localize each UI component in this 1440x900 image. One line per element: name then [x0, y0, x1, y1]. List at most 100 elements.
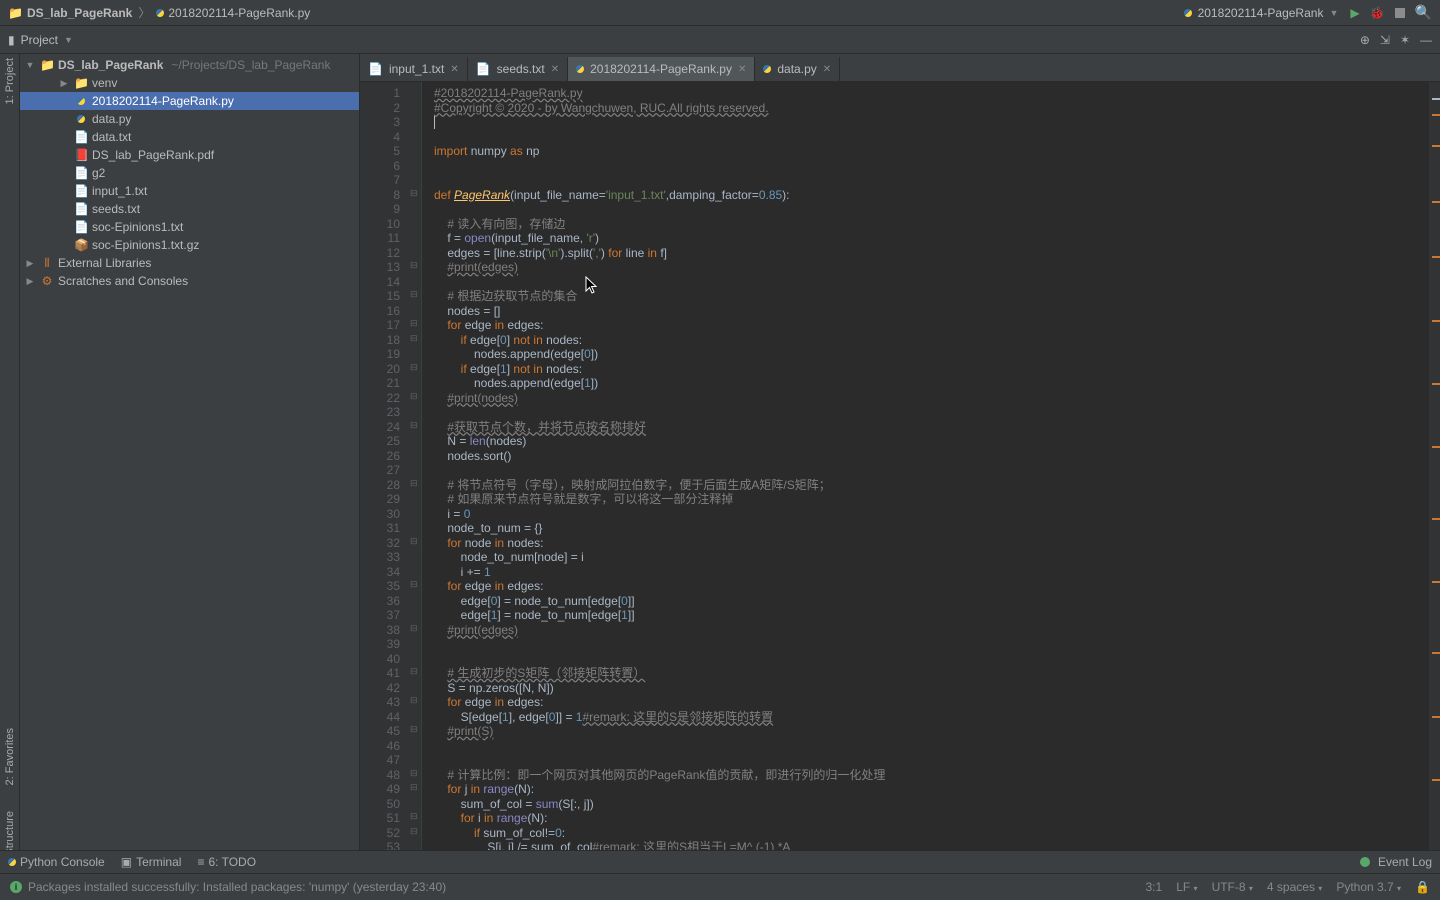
tree-external-libraries[interactable]: ▶ ⫴ External Libraries [20, 254, 359, 272]
fold-marker-icon[interactable]: ⊟ [410, 724, 418, 735]
line-number-gutter[interactable]: 1234567891011121314151617181920212223242… [360, 82, 408, 874]
python-console-icon [8, 858, 16, 866]
expand-icon[interactable]: ▶ [24, 258, 36, 269]
editor-tab[interactable]: data.py✕ [755, 57, 840, 81]
status-message[interactable]: i Packages installed successfully: Insta… [10, 880, 1146, 894]
fold-marker-icon[interactable]: ⊟ [410, 782, 418, 793]
fold-marker-icon[interactable]: ⊟ [410, 623, 418, 634]
scratches-label: Scratches and Consoles [58, 274, 188, 288]
run-configuration-selector[interactable]: 2018202114-PageRank ▼ [1184, 6, 1339, 20]
project-pane-header: ▮ Project ▼ ⊕ ⇲ ✶ — [0, 26, 1440, 54]
expand-icon[interactable]: ▼ [24, 60, 36, 70]
chevron-down-icon: ▾ [1194, 884, 1198, 893]
close-tab-icon[interactable]: ✕ [823, 64, 831, 75]
editor-tab[interactable]: 📄seeds.txt✕ [468, 57, 568, 81]
tree-item[interactable]: ▶📦soc-Epinions1.txt.gz [20, 236, 359, 254]
tree-item-label: 2018202114-PageRank.py [92, 94, 234, 108]
gz-icon: 📦 [74, 238, 88, 252]
project-pane-title[interactable]: ▮ Project ▼ [0, 33, 1352, 47]
tree-item-label: data.py [92, 112, 131, 126]
close-tab-icon[interactable]: ✕ [450, 64, 458, 75]
breadcrumb-root[interactable]: 📁 DS_lab_PageRank [8, 6, 132, 20]
collapse-all-icon[interactable]: ⇲ [1380, 33, 1390, 47]
fold-marker-icon[interactable]: ⊟ [410, 318, 418, 329]
tool-terminal[interactable]: ▣ Terminal [121, 855, 182, 869]
hide-icon[interactable]: — [1420, 33, 1432, 47]
project-tree[interactable]: ▼ 📁 DS_lab_PageRank ~/Projects/DS_lab_Pa… [20, 54, 360, 874]
fold-marker-icon[interactable]: ⊟ [410, 536, 418, 547]
fold-marker-icon[interactable]: ⊟ [410, 289, 418, 300]
tree-item-label: seeds.txt [92, 202, 140, 216]
tool-event-log[interactable]: Event Log [1360, 855, 1432, 869]
tree-item-label: g2 [92, 166, 105, 180]
run-button[interactable]: ▶ [1350, 6, 1359, 20]
fold-gutter[interactable]: ⊟ ⊟ ⊟ ⊟ ⊟ ⊟ ⊟ ⊟ ⊟ ⊟ ⊟ ⊟ ⊟ ⊟ ⊟ ⊟ ⊟ ⊟ ⊟ [408, 82, 422, 874]
tree-item[interactable]: ▶2018202114-PageRank.py [20, 92, 359, 110]
tree-root[interactable]: ▼ 📁 DS_lab_PageRank ~/Projects/DS_lab_Pa… [20, 56, 359, 74]
tree-item[interactable]: ▶📄g2 [20, 164, 359, 182]
txt-file-icon: 📄 [368, 62, 383, 76]
fold-marker-icon[interactable]: ⊟ [410, 666, 418, 677]
tree-root-label: DS_lab_PageRank [58, 58, 163, 72]
tree-item[interactable]: ▶data.py [20, 110, 359, 128]
editor-tab[interactable]: 2018202114-PageRank.py✕ [568, 57, 755, 81]
txt-icon: 📄 [74, 202, 88, 216]
fold-marker-icon[interactable]: ⊟ [410, 333, 418, 344]
editor-tab[interactable]: 📄input_1.txt✕ [360, 57, 468, 81]
code-viewport: 1234567891011121314151617181920212223242… [360, 82, 1440, 874]
settings-icon[interactable]: ✶ [1400, 33, 1410, 47]
tree-item[interactable]: ▶📁venv [20, 74, 359, 92]
locate-icon[interactable]: ⊕ [1360, 33, 1370, 47]
cursor-position[interactable]: 3:1 [1146, 880, 1163, 894]
tree-item[interactable]: ▶📄soc-Epinions1.txt [20, 218, 359, 236]
chevron-down-icon: ▾ [1249, 884, 1253, 893]
expand-icon[interactable]: ▶ [24, 276, 36, 287]
txt-icon: 📄 [74, 220, 88, 234]
tree-item[interactable]: ▶📕DS_lab_PageRank.pdf [20, 146, 359, 164]
indent-settings[interactable]: 4 spaces ▾ [1267, 880, 1322, 894]
tree-scratches[interactable]: ▶ ⚙ Scratches and Consoles [20, 272, 359, 290]
fold-marker-icon[interactable]: ⊟ [410, 826, 418, 837]
editor-area: 📄input_1.txt✕📄seeds.txt✕2018202114-PageR… [360, 54, 1440, 874]
fold-marker-icon[interactable]: ⊟ [410, 478, 418, 489]
py-icon [74, 112, 88, 126]
close-tab-icon[interactable]: ✕ [738, 64, 746, 75]
lock-icon[interactable]: 🔒 [1415, 880, 1430, 894]
tool-favorites[interactable]: 2: Favorites [4, 728, 16, 785]
project-icon: ▮ [8, 33, 15, 47]
fold-marker-icon[interactable]: ⊟ [410, 420, 418, 431]
fold-marker-icon[interactable]: ⊟ [410, 811, 418, 822]
code-editor[interactable]: #2018202114-PageRank.py#Copyright © 2020… [422, 82, 1428, 874]
python-icon [1184, 9, 1192, 17]
fold-marker-icon[interactable]: ⊟ [410, 391, 418, 402]
tree-item[interactable]: ▶📄seeds.txt [20, 200, 359, 218]
folder-icon: 📁 [8, 6, 23, 20]
breadcrumb: 📁 DS_lab_PageRank 〉 2018202114-PageRank.… [8, 4, 1184, 21]
search-everywhere-button[interactable]: 🔍 [1415, 4, 1432, 21]
debug-button[interactable]: 🐞 [1370, 6, 1385, 20]
error-stripe[interactable] [1428, 82, 1440, 874]
tree-item[interactable]: ▶📄data.txt [20, 128, 359, 146]
bottom-tool-stripe: Python Console ▣ Terminal ≡ 6: TODO Even… [0, 850, 1440, 874]
fold-marker-icon[interactable]: ⊟ [410, 579, 418, 590]
tree-item[interactable]: ▶📄input_1.txt [20, 182, 359, 200]
tool-todo[interactable]: ≡ 6: TODO [197, 855, 256, 869]
fold-marker-icon[interactable]: ⊟ [410, 695, 418, 706]
tree-item-label: soc-Epinions1.txt.gz [92, 238, 199, 252]
tool-python-console[interactable]: Python Console [8, 855, 105, 869]
tool-project[interactable]: 1: Project [4, 58, 16, 104]
expand-icon[interactable]: ▶ [58, 78, 70, 89]
python-interpreter[interactable]: Python 3.7 ▾ [1336, 880, 1401, 894]
fold-marker-icon[interactable]: ⊟ [410, 188, 418, 199]
breadcrumb-file[interactable]: 2018202114-PageRank.py [156, 6, 310, 20]
fold-marker-icon[interactable]: ⊟ [410, 768, 418, 779]
file-encoding[interactable]: UTF-8 ▾ [1212, 880, 1253, 894]
line-separator[interactable]: LF ▾ [1176, 880, 1197, 894]
close-tab-icon[interactable]: ✕ [551, 64, 559, 75]
stop-button[interactable] [1395, 8, 1405, 18]
fold-marker-icon[interactable]: ⊟ [410, 260, 418, 271]
tree-item-label: input_1.txt [92, 184, 147, 198]
main-area: 1: Project 2: Favorites 7: Structure ▼ 📁… [0, 54, 1440, 874]
toolbar-actions: ▶ 🐞 🔍 [1350, 4, 1432, 21]
fold-marker-icon[interactable]: ⊟ [410, 362, 418, 373]
